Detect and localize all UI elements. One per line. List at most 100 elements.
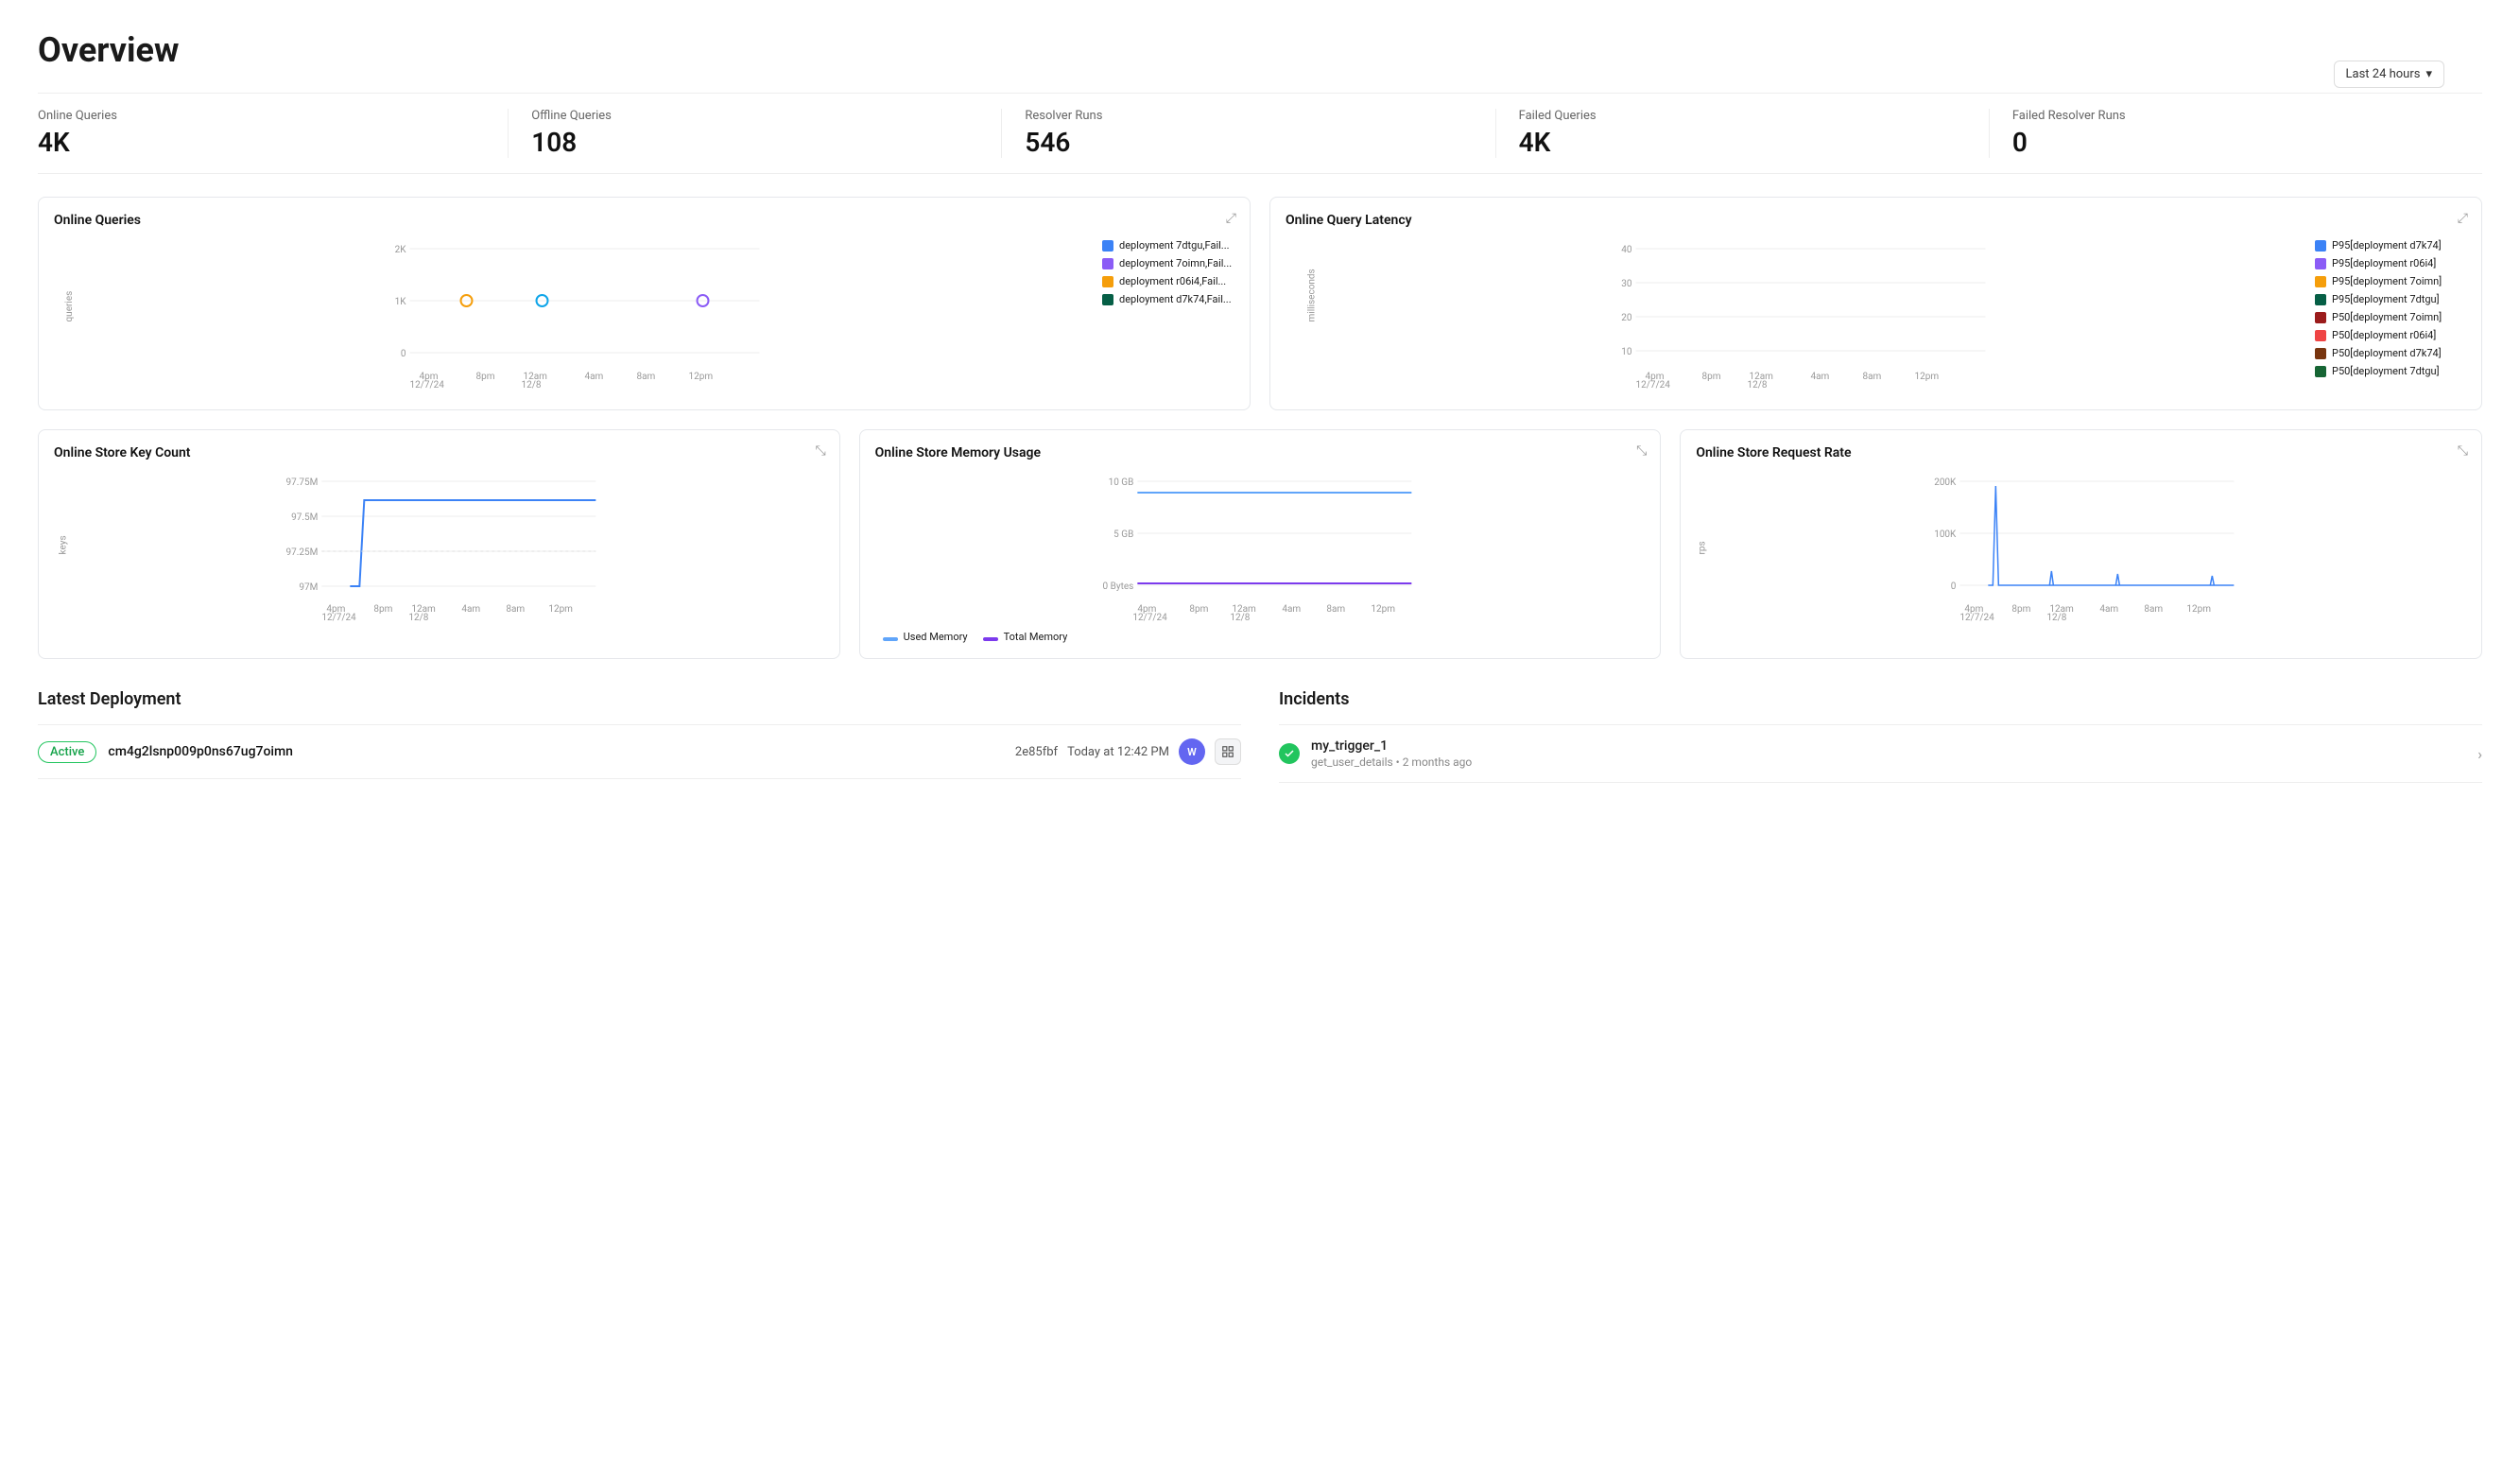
latency-legend-7: P50[deployment 7dtgu]	[2315, 365, 2466, 377]
svg-text:1K: 1K	[395, 297, 407, 307]
online-queries-title: Online Queries	[54, 213, 1234, 228]
stat-failed-resolver-runs: Failed Resolver Runs 0	[1990, 109, 2482, 158]
svg-text:97.25M: 97.25M	[285, 547, 318, 558]
svg-text:2K: 2K	[395, 245, 407, 255]
legend-item-3: deployment d7k74,Fail...	[1102, 293, 1234, 305]
chevron-down-icon: ▾	[2425, 67, 2432, 81]
chevron-right-icon: ›	[2477, 745, 2482, 763]
memory-legend: Used Memory Total Memory	[875, 631, 1646, 643]
svg-text:4am: 4am	[461, 604, 480, 615]
stat-label-3: Failed Queries	[1519, 109, 1966, 123]
stat-value-0: 4K	[38, 127, 485, 158]
stat-value-3: 4K	[1519, 127, 1966, 158]
svg-text:8pm: 8pm	[373, 604, 392, 615]
latency-legend-5: P50[deployment r06i4]	[2315, 329, 2466, 341]
latest-deployment-title: Latest Deployment	[38, 689, 1241, 709]
svg-text:12/8: 12/8	[522, 380, 542, 391]
incident-name: my_trigger_1	[1311, 738, 2466, 754]
latency-legend-0: P95[deployment d7k74]	[2315, 239, 2466, 252]
stat-value-2: 546	[1025, 127, 1472, 158]
key-count-svg: 97.75M 97.5M 97.25M 97M 4pm 12/7/24 8pm …	[103, 472, 824, 623]
svg-text:20: 20	[1621, 313, 1632, 323]
svg-text:97.75M: 97.75M	[285, 477, 318, 488]
stat-label-1: Offline Queries	[531, 109, 978, 123]
legend-label-1: deployment 7oimn,Fail...	[1119, 257, 1232, 269]
incidents-title: Incidents	[1279, 689, 2482, 709]
memory-legend-label-0: Used Memory	[904, 631, 968, 643]
expand-icon-requestrate[interactable]: ⤡	[2458, 443, 2468, 459]
latency-title: Online Query Latency	[1286, 213, 2466, 228]
incident-info: my_trigger_1 get_user_details • 2 months…	[1311, 738, 2466, 769]
latency-legend-4: P50[deployment 7oimn]	[2315, 311, 2466, 323]
y-axis-label-rps: rps	[1698, 541, 1708, 554]
svg-text:8am: 8am	[506, 604, 525, 615]
svg-text:200K: 200K	[1935, 477, 1958, 488]
memory-legend-1: Total Memory	[983, 631, 1068, 643]
deployment-time: Today at 12:42 PM	[1067, 745, 1169, 759]
latency-legend-label-6: P50[deployment d7k74]	[2332, 347, 2442, 359]
expand-icon[interactable]: ⤢	[1226, 211, 1236, 226]
latency-legend-label-2: P95[deployment 7oimn]	[2332, 275, 2442, 287]
latency-legend-label-4: P50[deployment 7oimn]	[2332, 311, 2442, 323]
legend-label-3: deployment d7k74,Fail...	[1119, 293, 1232, 305]
check-icon	[1279, 743, 1300, 764]
svg-text:30: 30	[1621, 279, 1632, 289]
svg-text:12/8: 12/8	[1230, 613, 1250, 623]
avatar: W	[1179, 738, 1205, 765]
latency-legend-label-7: P50[deployment 7dtgu]	[2332, 365, 2440, 377]
svg-text:0: 0	[401, 349, 406, 359]
svg-text:8pm: 8pm	[1189, 604, 1208, 615]
legend-item-0: deployment 7dtgu,Fail...	[1102, 239, 1234, 252]
time-selector[interactable]: Last 24 hours ▾	[2334, 61, 2444, 88]
svg-text:12/8: 12/8	[1748, 380, 1768, 391]
expand-icon-keycount[interactable]: ⤡	[815, 443, 825, 459]
deployment-meta: 2e85fbf Today at 12:42 PM W	[1015, 738, 1241, 765]
memory-legend-0: Used Memory	[883, 631, 968, 643]
svg-text:100K: 100K	[1935, 529, 1958, 540]
svg-text:12/7/24: 12/7/24	[410, 380, 445, 391]
svg-text:4am: 4am	[2100, 604, 2119, 615]
svg-text:4am: 4am	[1282, 604, 1301, 615]
y-axis-label-ms: milliseconds	[1307, 269, 1318, 321]
expand-icon-latency[interactable]: ⤢	[2458, 211, 2468, 226]
key-count-chart: Online Store Key Count ⤡ keys 97.75M 97.…	[38, 429, 840, 659]
request-rate-svg: 200K 100K 0 4pm 12/7/24 8pm 12am 12/8 4a…	[1737, 472, 2466, 623]
latency-legend-2: P95[deployment 7oimn]	[2315, 275, 2466, 287]
y-axis-label-keys: keys	[59, 535, 69, 554]
svg-text:12pm: 12pm	[1371, 604, 1395, 615]
active-badge: Active	[38, 741, 96, 763]
request-rate-title: Online Store Request Rate	[1696, 445, 2466, 460]
stat-value-4: 0	[2012, 127, 2460, 158]
incident-row[interactable]: my_trigger_1 get_user_details • 2 months…	[1279, 724, 2482, 783]
svg-text:0 Bytes: 0 Bytes	[1102, 581, 1133, 592]
stat-failed-queries: Failed Queries 4K	[1496, 109, 1990, 158]
svg-text:4am: 4am	[585, 372, 604, 382]
svg-text:12pm: 12pm	[2187, 604, 2212, 615]
svg-text:40: 40	[1621, 245, 1632, 255]
request-rate-chart: Online Store Request Rate ⤡ rps 200K 100…	[1680, 429, 2482, 659]
incident-sub: get_user_details • 2 months ago	[1311, 755, 2466, 769]
online-queries-svg: 2K 1K 0 4pm 12/7/24 8pm 12am 12/8 4am 8a…	[88, 239, 1091, 391]
svg-text:10 GB: 10 GB	[1108, 477, 1133, 488]
stat-offline-queries: Offline Queries 108	[509, 109, 1002, 158]
stats-row: Online Queries 4K Offline Queries 108 Re…	[38, 93, 2482, 174]
latency-legend-label-5: P50[deployment r06i4]	[2332, 329, 2436, 341]
deployment-icon	[1215, 738, 1241, 765]
svg-text:12/8: 12/8	[408, 613, 428, 623]
svg-text:8pm: 8pm	[1702, 372, 1721, 382]
svg-text:4am: 4am	[1811, 372, 1830, 382]
page-title: Overview	[38, 30, 2482, 70]
svg-text:97M: 97M	[299, 582, 318, 593]
svg-text:8pm: 8pm	[2012, 604, 2031, 615]
svg-text:8am: 8am	[2145, 604, 2164, 615]
svg-text:12/7/24: 12/7/24	[1960, 613, 1995, 623]
legend-item-1: deployment 7oimn,Fail...	[1102, 257, 1234, 269]
expand-icon-memory[interactable]: ⤡	[1636, 443, 1647, 459]
y-axis-label-queries: queries	[64, 291, 75, 322]
deployment-row[interactable]: Active cm4g2lsnp009p0ns67ug7oimn 2e85fbf…	[38, 724, 1241, 779]
svg-text:8am: 8am	[1326, 604, 1345, 615]
deployment-commit: 2e85fbf	[1015, 745, 1058, 759]
svg-text:12/7/24: 12/7/24	[1132, 613, 1167, 623]
legend-color-2	[1102, 276, 1113, 287]
latency-legend: P95[deployment d7k74] P95[deployment r06…	[2315, 239, 2466, 394]
